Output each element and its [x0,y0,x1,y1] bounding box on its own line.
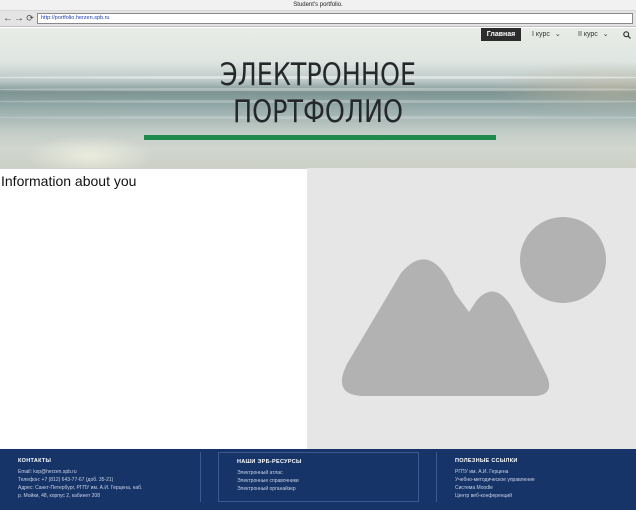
footer-contacts-phone: Телефон: +7 (812) 643-77-67 (доб. 35-21) [18,477,114,483]
footer-resource-link[interactable]: Электронные справочники [237,477,418,485]
footer-useful-link[interactable]: Учебно-методическое управление [455,476,636,484]
menu-item-course-2[interactable]: II курс ⌄ [578,28,609,41]
footer-useful-link[interactable]: Центр веб-конференций [455,492,636,500]
chevron-down-icon: ⌄ [602,31,609,38]
footer-useful-link[interactable]: РГПУ им. А.И. Герцена [455,468,636,476]
footer-resource-link[interactable]: Электронный органайзер [237,485,418,493]
image-placeholder [307,168,636,449]
arrow-right-icon[interactable]: → [14,13,24,24]
arrow-left-icon[interactable]: ← [3,13,13,24]
hero-accent-bar [144,135,496,140]
footer-resources: НАШИ ЭРБ-РЕСУРСЫ Электронный атлас Элект… [218,452,419,502]
footer-contacts-heading: КОНТАКТЫ [18,458,52,464]
site-footer: КОНТАКТЫ Email: ksp@herzen.spb.ru Телефо… [0,449,636,510]
menu-item-home[interactable]: Главная [481,28,521,41]
footer-contacts: КОНТАКТЫ Email: ksp@herzen.spb.ru Телефо… [0,452,201,502]
reload-icon[interactable]: ⟳ [25,13,35,24]
footer-resources-heading: НАШИ ЭРБ-РЕСУРСЫ [237,459,302,465]
image-placeholder-icon [341,217,606,396]
footer-contacts-address: Адрес: Санкт-Петербург, РГПУ им. А.И. Ге… [18,485,143,491]
info-panel: Information about you [0,168,307,449]
hero-title-line-1: ЭЛЕКТРОННОЕ [219,57,417,93]
menu-item-course-1-label: I курс [532,31,550,38]
footer-links: ПОЛЕЗНЫЕ ССЫЛКИ РГПУ им. А.И. Герцена Уч… [436,452,636,502]
window-title: Student's portfolio. [0,0,636,11]
menu-item-course-1[interactable]: I курс ⌄ [532,28,561,41]
menu-item-course-2-label: II курс [578,31,598,38]
footer-contacts-email[interactable]: Email: ksp@herzen.spb.ru [18,468,200,476]
address-bar[interactable]: http://portfolio.herzen.spb.ru [37,13,633,24]
hero-title-line-2: ПОРТФОЛИО [232,94,403,130]
footer-links-heading: ПОЛЕЗНЫЕ ССЫЛКИ [455,458,518,464]
info-title: Information about you [1,173,137,189]
chevron-down-icon: ⌄ [554,31,561,38]
hero-banner: ЭЛЕКТРОННОЕ ПОРТФОЛИО Главная I курс ⌄ II… [0,28,636,168]
footer-useful-link[interactable]: Система Moodle [455,484,636,492]
footer-resource-link[interactable]: Электронный атлас [237,469,418,477]
footer-contacts-address-2: р. Мойки, 48, корпус 2, кабинет 208 [18,493,100,499]
search-icon[interactable] [623,31,631,39]
browser-toolbar: ← → ⟳ http://portfolio.herzen.spb.ru [0,11,636,27]
